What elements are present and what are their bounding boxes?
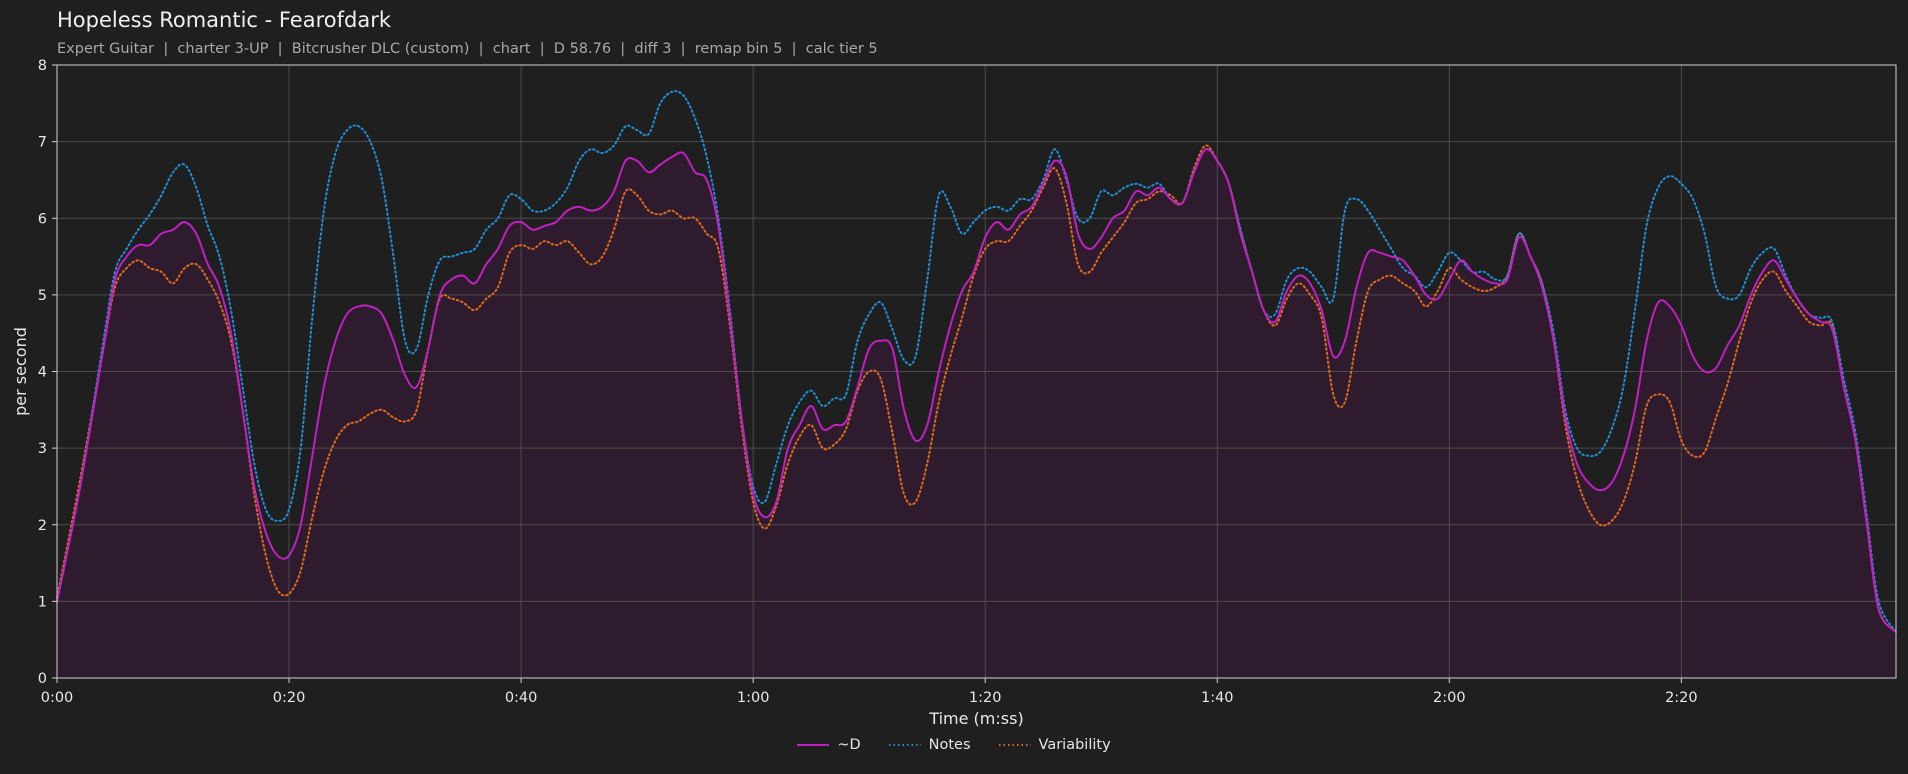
- y-tick-label-7: 7: [38, 135, 47, 151]
- x-tick-label-0-20: 0:20: [273, 690, 306, 706]
- x-tick-label-0-40: 0:40: [505, 690, 538, 706]
- legend-swatch-variability: [998, 744, 1031, 746]
- legend-item-d: ~D: [797, 737, 861, 753]
- y-tick-label-6: 6: [38, 211, 47, 227]
- x-tick-label-1-20: 1:20: [969, 690, 1002, 706]
- legend-swatch-notes: [888, 744, 921, 746]
- legend-item-variability: Variability: [998, 737, 1111, 753]
- y-tick-label-8: 8: [38, 58, 47, 74]
- legend-label-d: ~D: [837, 737, 861, 753]
- y-tick-label-1: 1: [38, 594, 47, 610]
- y-tick-label-0: 0: [38, 671, 47, 687]
- y-tick-label-2: 2: [38, 518, 47, 534]
- x-tick-label-2-20: 2:20: [1665, 690, 1698, 706]
- y-axis-label: per second: [11, 327, 30, 416]
- legend-label-notes: Notes: [928, 737, 971, 753]
- y-tick-label-5: 5: [38, 288, 47, 304]
- y-tick-label-4: 4: [38, 365, 47, 381]
- line-chart: 0:00 0:20 0:40 1:00 1:20 1:40 2:00 2:20 0 1 2 3 4 5 6 7…: [11, 58, 1897, 728]
- y-tick-label-3: 3: [38, 441, 47, 457]
- x-tick-label-1-40: 1:40: [1201, 690, 1234, 706]
- x-axis-label: Time (m:ss): [928, 709, 1023, 728]
- x-tick-label-1-00: 1:00: [737, 690, 770, 706]
- legend-item-notes: Notes: [888, 737, 971, 753]
- legend-label-variability: Variability: [1038, 737, 1111, 753]
- legend: ~D Notes Variability: [0, 737, 1908, 753]
- legend-swatch-d: [797, 744, 830, 746]
- x-tick-label-0-00: 0:00: [41, 690, 74, 706]
- x-tick-label-2-00: 2:00: [1433, 690, 1466, 706]
